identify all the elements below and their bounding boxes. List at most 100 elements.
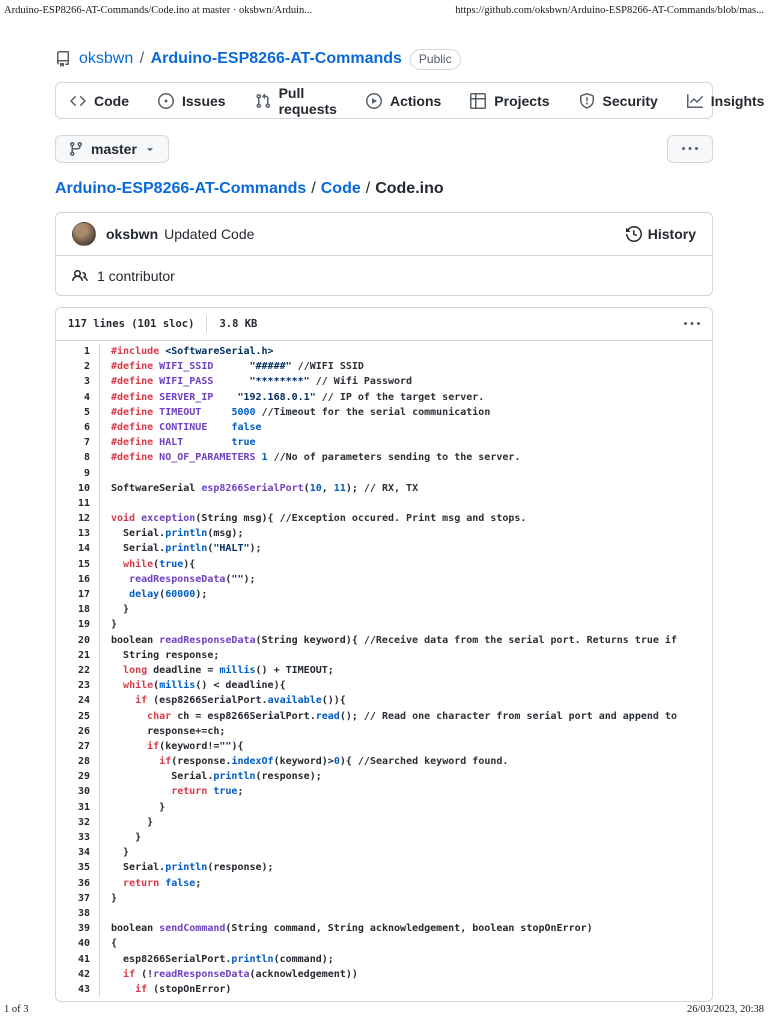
code-text: { bbox=[100, 936, 712, 951]
line-number[interactable]: 41 bbox=[56, 952, 100, 967]
people-icon bbox=[72, 268, 88, 284]
line-number[interactable]: 40 bbox=[56, 936, 100, 951]
code-line: 24 if (esp8266SerialPort.available()){ bbox=[56, 693, 712, 708]
latest-commit-row: oksbwn Updated Code History bbox=[56, 213, 712, 255]
line-number[interactable]: 24 bbox=[56, 693, 100, 708]
line-number[interactable]: 28 bbox=[56, 754, 100, 769]
contributors-row[interactable]: 1 contributor bbox=[56, 255, 712, 295]
line-number[interactable]: 25 bbox=[56, 709, 100, 724]
code-text: return true; bbox=[100, 784, 712, 799]
line-number[interactable]: 29 bbox=[56, 769, 100, 784]
line-number[interactable]: 1 bbox=[56, 344, 100, 359]
line-number[interactable]: 27 bbox=[56, 739, 100, 754]
code-text: SoftwareSerial esp8266SerialPort(10, 11)… bbox=[100, 481, 712, 496]
line-number[interactable]: 21 bbox=[56, 648, 100, 663]
line-number[interactable]: 42 bbox=[56, 967, 100, 982]
line-number[interactable]: 37 bbox=[56, 891, 100, 906]
code-text: #define SERVER_IP "192.168.0.1" // IP of… bbox=[100, 390, 712, 405]
code-line: 6#define CONTINUE false bbox=[56, 420, 712, 435]
code-text: delay(60000); bbox=[100, 587, 712, 602]
line-number[interactable]: 31 bbox=[56, 800, 100, 815]
code-line: 2#define WIFI_SSID "#####" //WIFI SSID bbox=[56, 359, 712, 374]
code-line: 9 bbox=[56, 466, 712, 481]
line-number[interactable]: 22 bbox=[56, 663, 100, 678]
line-number[interactable]: 23 bbox=[56, 678, 100, 693]
line-number[interactable]: 14 bbox=[56, 541, 100, 556]
code-line: 38 bbox=[56, 906, 712, 921]
code-text: response+=ch; bbox=[100, 724, 712, 739]
repo-icon bbox=[55, 51, 71, 67]
tab-projects[interactable]: Projects bbox=[470, 93, 549, 109]
tab-security[interactable]: Security bbox=[579, 93, 658, 109]
history-button[interactable]: History bbox=[626, 226, 696, 242]
print-header-title: Arduino-ESP8266-AT-Commands/Code.ino at … bbox=[4, 5, 312, 16]
code-line: 31 } bbox=[56, 800, 712, 815]
line-number[interactable]: 7 bbox=[56, 435, 100, 450]
github-content: oksbwn / Arduino-ESP8266-AT-Commands Pub… bbox=[55, 46, 713, 1002]
code-text: #define HALT true bbox=[100, 435, 712, 450]
line-number[interactable]: 5 bbox=[56, 405, 100, 420]
code-text: #define WIFI_SSID "#####" //WIFI SSID bbox=[100, 359, 712, 374]
line-number[interactable]: 39 bbox=[56, 921, 100, 936]
tab-issues[interactable]: Issues bbox=[158, 93, 226, 109]
line-number[interactable]: 8 bbox=[56, 450, 100, 465]
line-number[interactable]: 13 bbox=[56, 526, 100, 541]
repo-name-link[interactable]: Arduino-ESP8266-AT-Commands bbox=[151, 50, 402, 67]
line-number[interactable]: 33 bbox=[56, 830, 100, 845]
repo-owner-link[interactable]: oksbwn bbox=[79, 50, 133, 67]
line-number[interactable]: 34 bbox=[56, 845, 100, 860]
file-header-divider bbox=[206, 315, 207, 333]
tab-label: Pull requests bbox=[279, 85, 337, 117]
line-number[interactable]: 19 bbox=[56, 617, 100, 632]
code-line: 23 while(millis() < deadline){ bbox=[56, 678, 712, 693]
commit-message-link[interactable]: Updated Code bbox=[164, 226, 254, 242]
code-text: if(keyword!=""){ bbox=[100, 739, 712, 754]
shield-icon bbox=[579, 93, 595, 109]
tab-pull-requests[interactable]: Pull requests bbox=[255, 85, 337, 117]
breadcrumb-dir-link[interactable]: Code bbox=[321, 180, 361, 198]
code-line: 37} bbox=[56, 891, 712, 906]
breadcrumb-repo-link[interactable]: Arduino-ESP8266-AT-Commands bbox=[55, 180, 306, 198]
line-number[interactable]: 6 bbox=[56, 420, 100, 435]
code-icon bbox=[70, 93, 86, 109]
line-number[interactable]: 20 bbox=[56, 633, 100, 648]
line-number[interactable]: 15 bbox=[56, 557, 100, 572]
tab-actions[interactable]: Actions bbox=[366, 93, 441, 109]
code-line: 33 } bbox=[56, 830, 712, 845]
code-line: 20boolean readResponseData(String keywor… bbox=[56, 633, 712, 648]
issue-opened-icon bbox=[158, 93, 174, 109]
code-text: while(true){ bbox=[100, 557, 712, 572]
code-text: Serial.println(response); bbox=[100, 860, 712, 875]
file-box: 117 lines (101 sloc) 3.8 KB 1#include <S… bbox=[55, 307, 713, 1002]
line-number[interactable]: 2 bbox=[56, 359, 100, 374]
line-number[interactable]: 17 bbox=[56, 587, 100, 602]
tab-insights[interactable]: Insights bbox=[687, 93, 765, 109]
code-text: } bbox=[100, 830, 712, 845]
line-number[interactable]: 30 bbox=[56, 784, 100, 799]
file-header: 117 lines (101 sloc) 3.8 KB bbox=[56, 308, 712, 341]
line-number[interactable]: 38 bbox=[56, 906, 100, 921]
file-more-button[interactable] bbox=[684, 316, 700, 332]
line-number[interactable]: 10 bbox=[56, 481, 100, 496]
line-number[interactable]: 35 bbox=[56, 860, 100, 875]
tab-code[interactable]: Code bbox=[70, 93, 129, 109]
line-number[interactable]: 16 bbox=[56, 572, 100, 587]
line-number[interactable]: 12 bbox=[56, 511, 100, 526]
toolbar-more-button[interactable] bbox=[667, 135, 713, 163]
line-number[interactable]: 3 bbox=[56, 374, 100, 389]
line-number[interactable]: 9 bbox=[56, 466, 100, 481]
line-number[interactable]: 18 bbox=[56, 602, 100, 617]
branch-selector-button[interactable]: master bbox=[55, 135, 169, 163]
line-number[interactable]: 36 bbox=[56, 876, 100, 891]
file-size: 3.8 KB bbox=[219, 318, 257, 330]
code-text: if (!readResponseData(acknowledgement)) bbox=[100, 967, 712, 982]
play-icon bbox=[366, 93, 382, 109]
line-number[interactable]: 4 bbox=[56, 390, 100, 405]
avatar[interactable] bbox=[72, 222, 96, 246]
line-number[interactable]: 26 bbox=[56, 724, 100, 739]
line-number[interactable]: 32 bbox=[56, 815, 100, 830]
line-number[interactable]: 11 bbox=[56, 496, 100, 511]
line-number[interactable]: 43 bbox=[56, 982, 100, 997]
commit-author-link[interactable]: oksbwn bbox=[106, 226, 158, 242]
chevron-down-icon bbox=[144, 143, 156, 155]
